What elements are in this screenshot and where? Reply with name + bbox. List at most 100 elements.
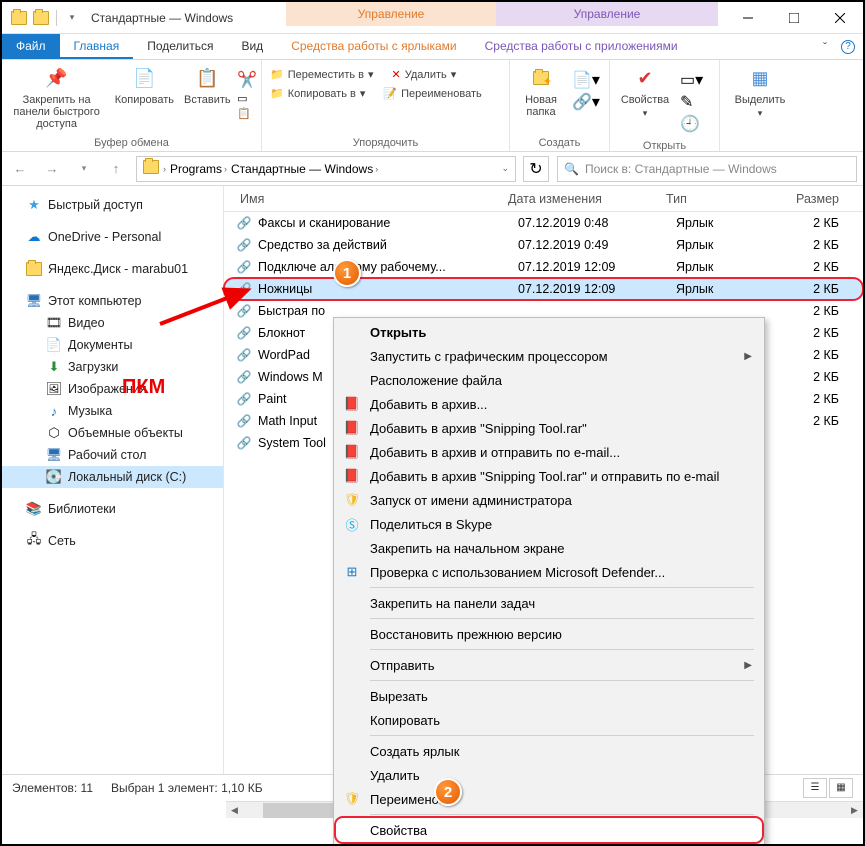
tab-file[interactable]: Файл (2, 34, 60, 59)
nav-videos[interactable]: 🎞Видео (2, 312, 223, 334)
col-date[interactable]: Дата изменения (500, 188, 658, 210)
breadcrumb[interactable]: › Programs › Стандартные — Windows › ⌄ (136, 156, 516, 182)
paste-button[interactable]: 📋 Вставить (182, 64, 234, 106)
minimize-button[interactable] (725, 2, 771, 34)
file-size: 2 КБ (806, 414, 863, 428)
delete-icon: ✕ (392, 68, 401, 81)
search-input[interactable]: 🔍 Поиск в: Стандартные — Windows (557, 156, 857, 182)
new-item-icon[interactable]: 📄▾ (572, 70, 600, 90)
nav-this-pc[interactable]: 🖥Этот компьютер (2, 290, 223, 312)
ribbon-collapse-icon[interactable]: ˇ (823, 40, 827, 54)
qat-dropdown-icon[interactable]: ▾ (61, 7, 83, 29)
recent-dropdown[interactable]: ▾ (72, 157, 96, 181)
scroll-left-icon[interactable]: ◀ (226, 802, 243, 819)
ctx-rar-email[interactable]: 📕Добавить в архив "Snipping Tool.rar" и … (336, 464, 762, 488)
help-icon[interactable]: ? (841, 40, 855, 54)
nav-pictures[interactable]: 🖼Изображения (2, 378, 223, 400)
forward-button[interactable]: → (40, 157, 64, 181)
column-headers[interactable]: Имя Дата изменения Тип Размер (224, 186, 863, 212)
nav-music[interactable]: ♪Музыка (2, 400, 223, 422)
col-name[interactable]: Имя (232, 188, 500, 210)
ctx-location[interactable]: Расположение файла (336, 368, 762, 392)
context-tab-shortcut[interactable]: Управление (286, 2, 496, 26)
nav-downloads[interactable]: ⬇Загрузки (2, 356, 223, 378)
file-row[interactable]: 🔗 Ножницы 07.12.2019 12:09 Ярлык 2 КБ (224, 278, 863, 300)
nav-onedrive[interactable]: ☁OneDrive - Personal (2, 226, 223, 248)
nav-quick-access[interactable]: ★Быстрый доступ (2, 194, 223, 216)
breadcrumb-programs[interactable]: Programs › (170, 162, 227, 176)
ctx-archive-email[interactable]: 📕Добавить в архив и отправить по e-mail.… (336, 440, 762, 464)
maximize-button[interactable] (771, 2, 817, 34)
file-size: 2 КБ (806, 392, 863, 406)
ctx-cut[interactable]: Вырезать (336, 684, 762, 708)
ctx-copy[interactable]: Копировать (336, 708, 762, 732)
copy-to-button[interactable]: 📁Копировать в ▾ (266, 85, 369, 102)
ctx-send-to[interactable]: Отправить▶ (336, 653, 762, 677)
pin-quickaccess-button[interactable]: 📌 Закрепить на панели быстрого доступа (6, 64, 107, 130)
ctx-pin-taskbar[interactable]: Закрепить на панели задач (336, 591, 762, 615)
path-dropdown-icon[interactable]: ⌄ (501, 163, 509, 174)
easy-access-icon[interactable]: 🔗▾ (572, 92, 600, 112)
paste-shortcut-icon[interactable]: 📋 (237, 107, 257, 120)
picture-icon: 🖼 (46, 381, 62, 397)
navigation-pane[interactable]: ★Быстрый доступ ☁OneDrive - Personal Янд… (2, 186, 224, 774)
delete-button[interactable]: ✕Удалить ▾ (388, 66, 461, 83)
ctx-pin-start[interactable]: Закрепить на начальном экране (336, 536, 762, 560)
file-row[interactable]: 🔗 Средство за действий 07.12.2019 0:49 Я… (224, 234, 863, 256)
move-to-button[interactable]: 📁Переместить в ▾ (266, 66, 378, 83)
ctx-run-admin[interactable]: 🛡Запуск от имени администратора (336, 488, 762, 512)
new-folder-button[interactable]: ✦ Новая папка (514, 64, 568, 118)
star-icon: ★ (26, 197, 42, 213)
ctx-gpu[interactable]: Запустить с графическим процессором▶ (336, 344, 762, 368)
ctx-delete[interactable]: Удалить (336, 763, 762, 787)
context-tab-apps[interactable]: Управление (496, 2, 718, 26)
badge-2: 2 (434, 778, 462, 806)
copy-button[interactable]: 📄 Копировать (111, 64, 177, 106)
defender-icon: ⊞ (344, 564, 360, 580)
ctx-add-archive[interactable]: 📕Добавить в архив... (336, 392, 762, 416)
copypath-icon[interactable]: ▭ (237, 92, 257, 105)
ctx-open[interactable]: Открыть (336, 320, 762, 344)
file-row[interactable]: 🔗 Факсы и сканирование 07.12.2019 0:48 Я… (224, 212, 863, 234)
file-type: Ярлык (676, 216, 806, 230)
file-row[interactable]: 🔗 Подключе аленному рабочему... 07.12.20… (224, 256, 863, 278)
view-details-button[interactable]: ☰ (803, 778, 827, 798)
ctx-add-rar[interactable]: 📕Добавить в архив "Snipping Tool.rar" (336, 416, 762, 440)
nav-libraries[interactable]: 📚Библиотеки (2, 498, 223, 520)
ctx-restore[interactable]: Восстановить прежнюю версию (336, 622, 762, 646)
col-type[interactable]: Тип (658, 188, 788, 210)
nav-3d-objects[interactable]: ⬡Объемные объекты (2, 422, 223, 444)
ctx-skype[interactable]: ⓈПоделиться в Skype (336, 512, 762, 536)
nav-documents[interactable]: 📄Документы (2, 334, 223, 356)
edit-icon[interactable]: ✎ (680, 92, 703, 112)
qat-folder-icon[interactable] (30, 7, 52, 29)
breadcrumb-accessories[interactable]: Стандартные — Windows › (231, 162, 378, 176)
nav-c-drive[interactable]: 💽Локальный диск (C:) (2, 466, 223, 488)
tab-app-tools[interactable]: Средства работы с приложениями (471, 34, 692, 59)
ctx-create-shortcut[interactable]: Создать ярлык (336, 739, 762, 763)
tab-shortcut-tools[interactable]: Средства работы с ярлыками (277, 34, 470, 59)
tab-share[interactable]: Поделиться (133, 34, 227, 59)
ctx-rename[interactable]: 🛡Переименова (336, 787, 762, 811)
cut-icon[interactable]: ✂️ (237, 70, 257, 90)
col-size[interactable]: Размер (788, 188, 863, 210)
scroll-right-icon[interactable]: ▶ (846, 802, 863, 819)
back-button[interactable]: ← (8, 157, 32, 181)
tab-view[interactable]: Вид (227, 34, 277, 59)
up-button[interactable]: ↑ (104, 157, 128, 181)
open-icon[interactable]: ▭▾ (680, 70, 703, 90)
nav-network[interactable]: 🖧Сеть (2, 530, 223, 552)
select-button[interactable]: ▦ Выделить▾ (724, 64, 796, 119)
nav-desktop[interactable]: 🖥Рабочий стол (2, 444, 223, 466)
close-button[interactable] (817, 2, 863, 34)
cloud-icon: ☁ (26, 229, 42, 245)
tab-home[interactable]: Главная (60, 34, 134, 59)
ctx-properties[interactable]: Свойства (336, 818, 762, 842)
nav-yandex-disk[interactable]: Яндекс.Диск - marabu01 (2, 258, 223, 280)
view-icons-button[interactable]: ▦ (829, 778, 853, 798)
properties-button[interactable]: ✔ Свойства▾ (614, 64, 676, 119)
ctx-defender[interactable]: ⊞Проверка с использованием Microsoft Def… (336, 560, 762, 584)
history-icon[interactable]: 🕘 (680, 114, 703, 134)
refresh-button[interactable]: ↻ (523, 156, 549, 182)
rename-button[interactable]: 📝Переименовать (379, 85, 485, 102)
